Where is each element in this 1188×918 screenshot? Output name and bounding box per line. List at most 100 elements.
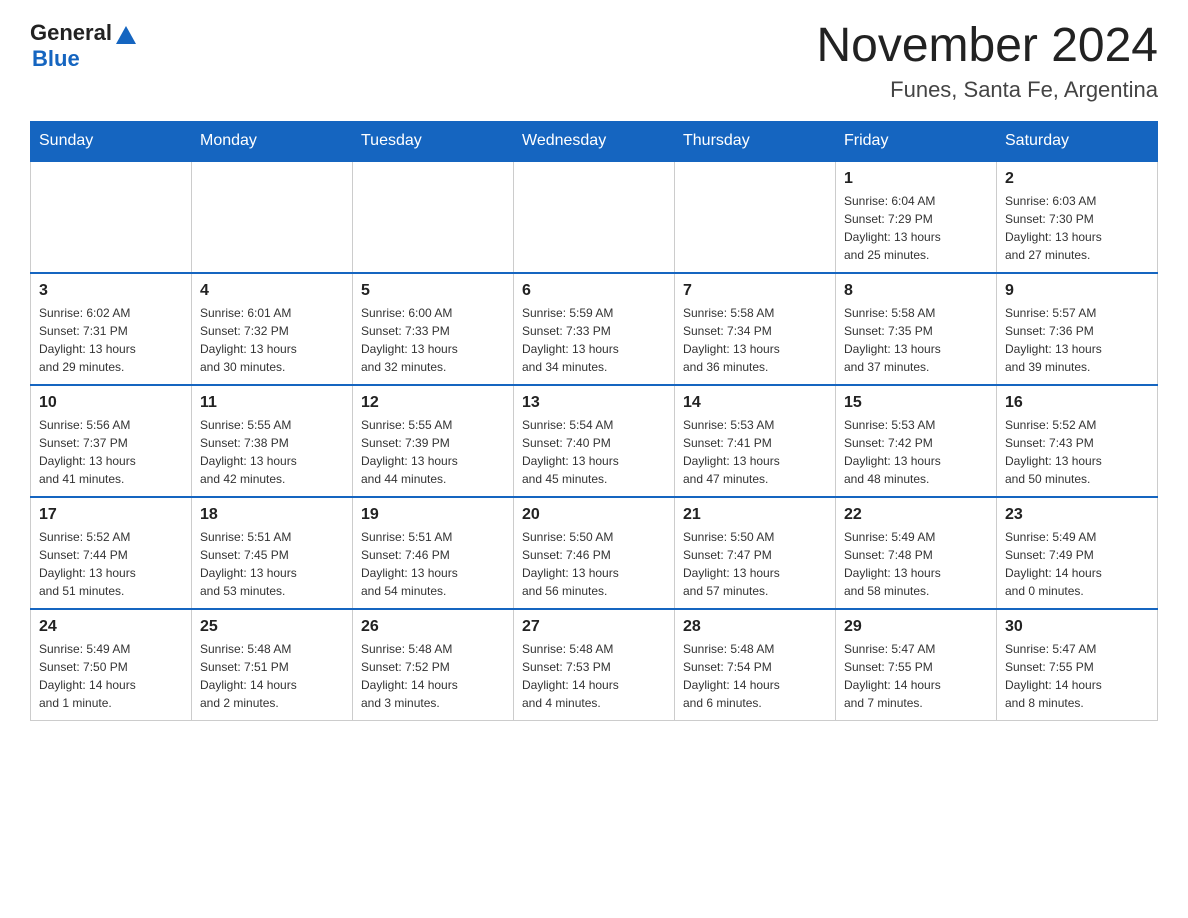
day-header-wednesday: Wednesday [514, 121, 675, 161]
day-info: Sunrise: 5:53 AM Sunset: 7:42 PM Dayligh… [844, 416, 988, 488]
calendar-cell: 6 Sunrise: 5:59 AM Sunset: 7:33 PM Daylig… [514, 273, 675, 385]
day-number: 4 [200, 282, 344, 300]
calendar-cell: 9 Sunrise: 5:57 AM Sunset: 7:36 PM Daylig… [997, 273, 1158, 385]
page-header: General Blue November 2024 Funes, Santa … [30, 20, 1158, 103]
calendar-cell [192, 161, 353, 273]
logo-triangle-icon [116, 26, 136, 44]
day-info: Sunrise: 5:47 AM Sunset: 7:55 PM Dayligh… [844, 640, 988, 712]
calendar-cell: 19 Sunrise: 5:51 AM Sunset: 7:46 PM Dayli… [353, 497, 514, 609]
day-header-friday: Friday [836, 121, 997, 161]
calendar-week-5: 24 Sunrise: 5:49 AM Sunset: 7:50 PM Dayli… [31, 609, 1158, 721]
day-info: Sunrise: 6:03 AM Sunset: 7:30 PM Dayligh… [1005, 192, 1149, 264]
header-row: SundayMondayTuesdayWednesdayThursdayFrid… [31, 121, 1158, 161]
day-number: 25 [200, 618, 344, 636]
day-header-monday: Monday [192, 121, 353, 161]
day-info: Sunrise: 5:53 AM Sunset: 7:41 PM Dayligh… [683, 416, 827, 488]
day-info: Sunrise: 5:59 AM Sunset: 7:33 PM Dayligh… [522, 304, 666, 376]
day-info: Sunrise: 5:48 AM Sunset: 7:52 PM Dayligh… [361, 640, 505, 712]
day-info: Sunrise: 5:50 AM Sunset: 7:46 PM Dayligh… [522, 528, 666, 600]
day-number: 6 [522, 282, 666, 300]
day-info: Sunrise: 5:55 AM Sunset: 7:39 PM Dayligh… [361, 416, 505, 488]
calendar-cell: 27 Sunrise: 5:48 AM Sunset: 7:53 PM Dayli… [514, 609, 675, 721]
calendar-cell: 12 Sunrise: 5:55 AM Sunset: 7:39 PM Dayli… [353, 385, 514, 497]
calendar-cell: 5 Sunrise: 6:00 AM Sunset: 7:33 PM Daylig… [353, 273, 514, 385]
calendar-cell: 7Sunrise: 5:58 AM Sunset: 7:34 PM Daylig… [675, 273, 836, 385]
day-header-thursday: Thursday [675, 121, 836, 161]
day-header-sunday: Sunday [31, 121, 192, 161]
calendar-cell: 26 Sunrise: 5:48 AM Sunset: 7:52 PM Dayli… [353, 609, 514, 721]
calendar-cell: 11 Sunrise: 5:55 AM Sunset: 7:38 PM Dayli… [192, 385, 353, 497]
day-info: Sunrise: 5:55 AM Sunset: 7:38 PM Dayligh… [200, 416, 344, 488]
day-info: Sunrise: 5:54 AM Sunset: 7:40 PM Dayligh… [522, 416, 666, 488]
day-info: Sunrise: 5:49 AM Sunset: 7:49 PM Dayligh… [1005, 528, 1149, 600]
day-info: Sunrise: 6:00 AM Sunset: 7:33 PM Dayligh… [361, 304, 505, 376]
day-number: 10 [39, 394, 183, 412]
calendar-cell: 23 Sunrise: 5:49 AM Sunset: 7:49 PM Dayli… [997, 497, 1158, 609]
day-info: Sunrise: 5:49 AM Sunset: 7:50 PM Dayligh… [39, 640, 183, 712]
day-info: Sunrise: 5:47 AM Sunset: 7:55 PM Dayligh… [1005, 640, 1149, 712]
calendar-week-4: 17Sunrise: 5:52 AM Sunset: 7:44 PM Dayli… [31, 497, 1158, 609]
calendar-cell: 24 Sunrise: 5:49 AM Sunset: 7:50 PM Dayli… [31, 609, 192, 721]
day-number: 17 [39, 506, 183, 524]
day-number: 11 [200, 394, 344, 412]
calendar-week-3: 10 Sunrise: 5:56 AM Sunset: 7:37 PM Dayli… [31, 385, 1158, 497]
day-info: Sunrise: 6:02 AM Sunset: 7:31 PM Dayligh… [39, 304, 183, 376]
month-title: November 2024 [816, 20, 1158, 73]
calendar-cell: 18 Sunrise: 5:51 AM Sunset: 7:45 PM Dayli… [192, 497, 353, 609]
day-info: Sunrise: 6:04 AM Sunset: 7:29 PM Dayligh… [844, 192, 988, 264]
day-number: 9 [1005, 282, 1149, 300]
logo-general-text: General [30, 20, 112, 46]
day-number: 29 [844, 618, 988, 636]
day-info: Sunrise: 5:49 AM Sunset: 7:48 PM Dayligh… [844, 528, 988, 600]
day-info: Sunrise: 5:48 AM Sunset: 7:51 PM Dayligh… [200, 640, 344, 712]
calendar-cell [675, 161, 836, 273]
calendar-cell: 22Sunrise: 5:49 AM Sunset: 7:48 PM Dayli… [836, 497, 997, 609]
calendar-cell: 16Sunrise: 5:52 AM Sunset: 7:43 PM Dayli… [997, 385, 1158, 497]
calendar-cell: 1Sunrise: 6:04 AM Sunset: 7:29 PM Daylig… [836, 161, 997, 273]
day-number: 15 [844, 394, 988, 412]
day-number: 30 [1005, 618, 1149, 636]
day-info: Sunrise: 5:58 AM Sunset: 7:35 PM Dayligh… [844, 304, 988, 376]
calendar-cell: 4Sunrise: 6:01 AM Sunset: 7:32 PM Daylig… [192, 273, 353, 385]
day-number: 12 [361, 394, 505, 412]
day-number: 8 [844, 282, 988, 300]
day-info: Sunrise: 5:51 AM Sunset: 7:46 PM Dayligh… [361, 528, 505, 600]
day-number: 19 [361, 506, 505, 524]
calendar-table: SundayMondayTuesdayWednesdayThursdayFrid… [30, 121, 1158, 721]
day-info: Sunrise: 5:48 AM Sunset: 7:53 PM Dayligh… [522, 640, 666, 712]
calendar-cell: 17Sunrise: 5:52 AM Sunset: 7:44 PM Dayli… [31, 497, 192, 609]
calendar-cell: 25 Sunrise: 5:48 AM Sunset: 7:51 PM Dayli… [192, 609, 353, 721]
day-number: 18 [200, 506, 344, 524]
day-number: 14 [683, 394, 827, 412]
calendar-cell: 8 Sunrise: 5:58 AM Sunset: 7:35 PM Daylig… [836, 273, 997, 385]
day-number: 27 [522, 618, 666, 636]
day-header-tuesday: Tuesday [353, 121, 514, 161]
calendar-cell: 2Sunrise: 6:03 AM Sunset: 7:30 PM Daylig… [997, 161, 1158, 273]
calendar-cell [514, 161, 675, 273]
day-info: Sunrise: 5:52 AM Sunset: 7:43 PM Dayligh… [1005, 416, 1149, 488]
day-info: Sunrise: 5:48 AM Sunset: 7:54 PM Dayligh… [683, 640, 827, 712]
calendar-cell [31, 161, 192, 273]
calendar-cell: 3 Sunrise: 6:02 AM Sunset: 7:31 PM Daylig… [31, 273, 192, 385]
day-info: Sunrise: 5:51 AM Sunset: 7:45 PM Dayligh… [200, 528, 344, 600]
calendar-week-1: 1Sunrise: 6:04 AM Sunset: 7:29 PM Daylig… [31, 161, 1158, 273]
logo: General Blue [30, 20, 136, 72]
day-info: Sunrise: 5:58 AM Sunset: 7:34 PM Dayligh… [683, 304, 827, 376]
calendar-cell: 15 Sunrise: 5:53 AM Sunset: 7:42 PM Dayli… [836, 385, 997, 497]
calendar-cell: 13Sunrise: 5:54 AM Sunset: 7:40 PM Dayli… [514, 385, 675, 497]
day-number: 23 [1005, 506, 1149, 524]
calendar-cell: 14 Sunrise: 5:53 AM Sunset: 7:41 PM Dayli… [675, 385, 836, 497]
day-number: 20 [522, 506, 666, 524]
calendar-cell: 20 Sunrise: 5:50 AM Sunset: 7:46 PM Dayli… [514, 497, 675, 609]
calendar-cell: 21Sunrise: 5:50 AM Sunset: 7:47 PM Dayli… [675, 497, 836, 609]
day-info: Sunrise: 5:56 AM Sunset: 7:37 PM Dayligh… [39, 416, 183, 488]
day-number: 24 [39, 618, 183, 636]
calendar-cell [353, 161, 514, 273]
day-number: 21 [683, 506, 827, 524]
day-info: Sunrise: 5:57 AM Sunset: 7:36 PM Dayligh… [1005, 304, 1149, 376]
day-number: 3 [39, 282, 183, 300]
day-number: 26 [361, 618, 505, 636]
day-number: 28 [683, 618, 827, 636]
calendar-cell: 29 Sunrise: 5:47 AM Sunset: 7:55 PM Dayli… [836, 609, 997, 721]
day-number: 5 [361, 282, 505, 300]
